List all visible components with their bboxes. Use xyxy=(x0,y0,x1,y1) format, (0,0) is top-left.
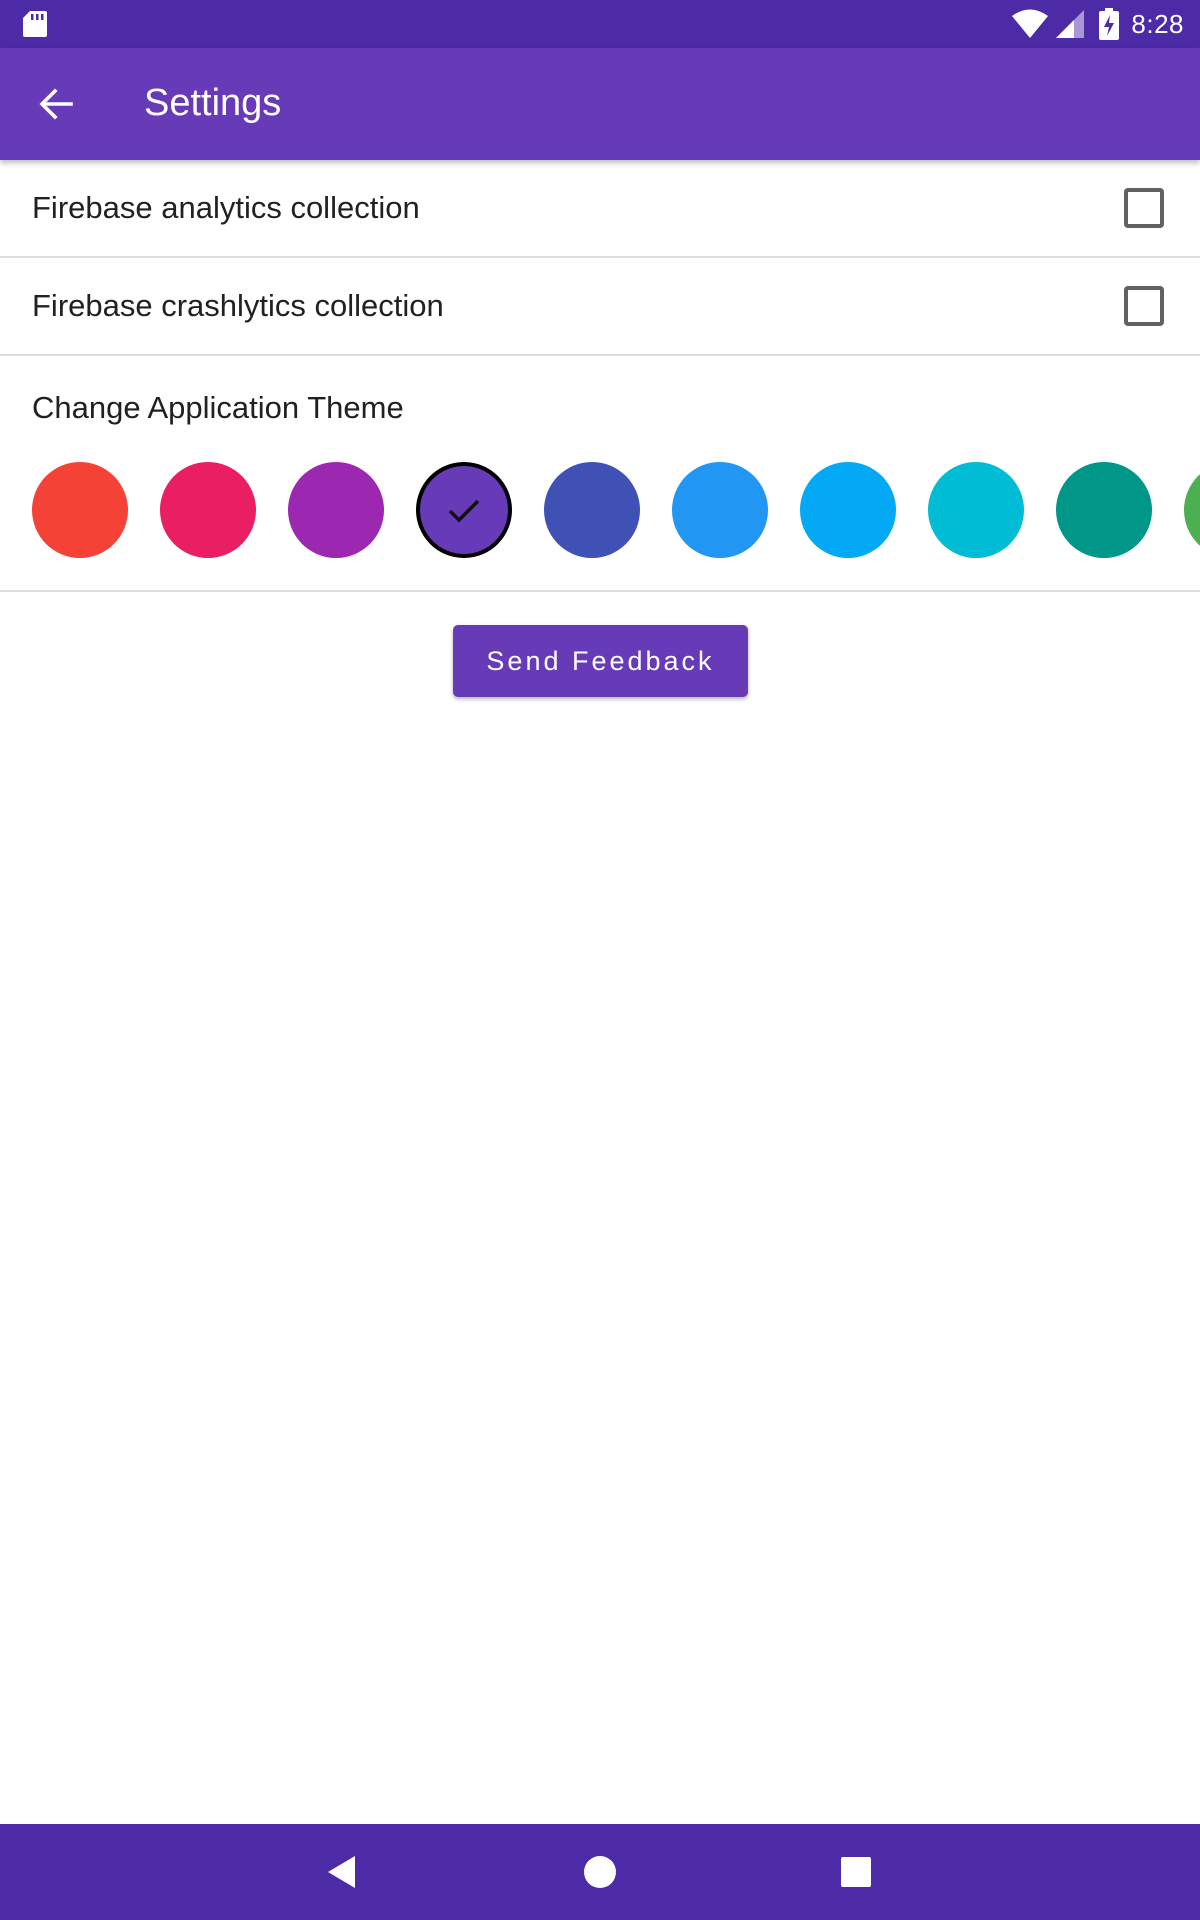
wifi-icon xyxy=(1012,9,1049,38)
analytics-label: Firebase analytics collection xyxy=(32,190,420,225)
sd-card-icon xyxy=(23,11,47,37)
theme-swatch-teal[interactable] xyxy=(1056,462,1152,558)
nav-home-icon xyxy=(584,1856,616,1888)
arrow-back-icon xyxy=(39,88,73,120)
send-feedback-button[interactable]: Send Feedback xyxy=(453,625,748,697)
theme-section: Change Application Theme xyxy=(0,356,1200,592)
signal-icon xyxy=(1056,10,1085,38)
nav-back-icon xyxy=(328,1856,355,1888)
theme-label: Change Application Theme xyxy=(32,390,404,425)
theme-swatch-purple[interactable] xyxy=(288,462,384,558)
nav-back-button[interactable] xyxy=(320,1848,368,1896)
status-icons: 8:28 xyxy=(1011,0,1184,48)
theme-swatch-cyan[interactable] xyxy=(928,462,1024,558)
battery-charging-icon xyxy=(1099,8,1120,40)
nav-recents-button[interactable] xyxy=(832,1848,880,1896)
setting-row-analytics[interactable]: Firebase analytics collection xyxy=(0,160,1200,258)
navigation-bar xyxy=(0,1824,1200,1920)
theme-swatch-pink[interactable] xyxy=(160,462,256,558)
crashlytics-label: Firebase crashlytics collection xyxy=(32,288,444,323)
theme-swatch-deep-purple[interactable] xyxy=(416,462,512,558)
setting-row-crashlytics[interactable]: Firebase crashlytics collection xyxy=(0,258,1200,356)
check-icon xyxy=(448,499,480,523)
theme-swatch-red[interactable] xyxy=(32,462,128,558)
settings-screen: 8:28 Settings Firebase analytics collect… xyxy=(0,0,1200,1920)
theme-swatch-indigo[interactable] xyxy=(544,462,640,558)
page-title: Settings xyxy=(144,82,282,124)
theme-swatch-blue[interactable] xyxy=(672,462,768,558)
theme-swatch-green[interactable] xyxy=(1184,462,1200,558)
status-time: 8:28 xyxy=(1131,8,1184,39)
crashlytics-checkbox[interactable] xyxy=(1124,286,1164,326)
nav-recents-icon xyxy=(841,1857,871,1887)
nav-home-button[interactable] xyxy=(576,1848,624,1896)
back-button[interactable] xyxy=(20,72,92,136)
theme-swatch-light-blue[interactable] xyxy=(800,462,896,558)
analytics-checkbox[interactable] xyxy=(1124,188,1164,228)
app-bar: Settings xyxy=(0,48,1200,160)
status-bar: 8:28 xyxy=(0,0,1200,48)
